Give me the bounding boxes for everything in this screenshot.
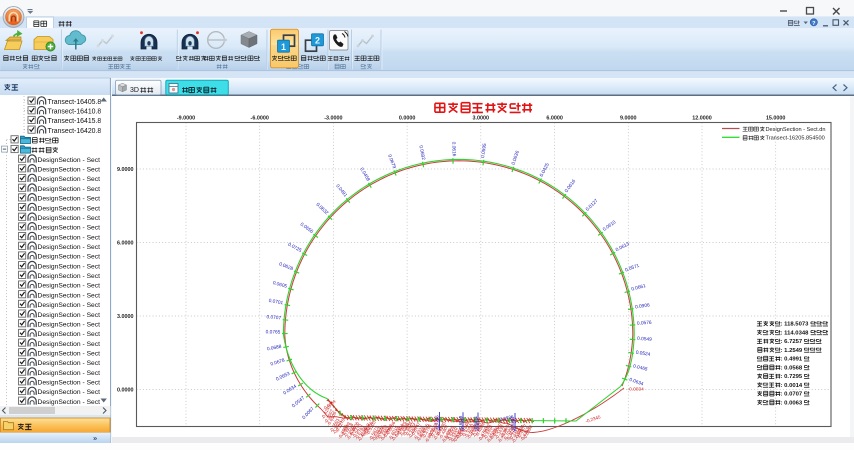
svg-text:: 6.7257: : 6.7257 [781, 339, 803, 345]
svg-text:9.0000: 9.0000 [620, 116, 637, 122]
svg-text:-0.7295: -0.7295 [434, 415, 439, 430]
svg-text:-9.0000: -9.0000 [177, 116, 195, 122]
svg-text:6.0000: 6.0000 [546, 116, 563, 122]
svg-text:DesignSection - Sect: DesignSection - Sect [38, 292, 101, 299]
svg-text:0.0000: 0.0000 [399, 116, 416, 122]
svg-text:DesignSection - Sect: DesignSection - Sect [38, 331, 101, 338]
svg-text:DesignSection - Sect: DesignSection - Sect [38, 341, 101, 348]
svg-text:0.0576: 0.0576 [637, 320, 652, 327]
svg-text:DesignSection - Sect: DesignSection - Sect [38, 186, 101, 193]
svg-text:2: 2 [315, 36, 320, 46]
svg-text:: 114.0348: : 114.0348 [781, 330, 810, 336]
svg-text:: 0.0568: : 0.0568 [781, 365, 803, 371]
svg-text:6.0000: 6.0000 [117, 241, 134, 247]
svg-text:Transect-16420.85: Transect-16420.85 [48, 128, 106, 135]
svg-text:: 0.0063: : 0.0063 [781, 400, 803, 406]
svg-text:DesignSection - Sect: DesignSection - Sect [38, 273, 101, 280]
svg-text:DesignSection - Sect: DesignSection - Sect [38, 234, 101, 241]
svg-text:DesignSection - Sect: DesignSection - Sect [38, 196, 101, 203]
svg-text:9.0000: 9.0000 [117, 167, 134, 173]
svg-text:15.0000: 15.0000 [766, 116, 786, 122]
svg-text:: 1.2549: : 1.2549 [781, 348, 803, 354]
svg-text:: 0.7295: : 0.7295 [781, 374, 803, 380]
svg-text:Transect-16415.85: Transect-16415.85 [48, 118, 106, 125]
svg-text:DesignSection - Sect: DesignSection - Sect [38, 321, 101, 328]
svg-text:12.0000: 12.0000 [692, 116, 712, 122]
svg-text:Transect-16410.85: Transect-16410.85 [48, 108, 106, 115]
svg-text:DesignSection - Sect: DesignSection - Sect [38, 167, 101, 174]
svg-text:DesignSection - Sect: DesignSection - Sect [38, 263, 101, 270]
svg-text:DesignSection - Sect: DesignSection - Sect [38, 350, 101, 357]
svg-text:0.0616: 0.0616 [450, 142, 457, 157]
svg-text:DesignSection - Sect: DesignSection - Sect [38, 225, 101, 232]
svg-text:»: » [93, 434, 97, 443]
svg-text:DesignSection - Sect: DesignSection - Sect [38, 215, 101, 222]
svg-text:0.0765: 0.0765 [266, 329, 281, 335]
svg-text:: 0.0707: : 0.0707 [781, 392, 803, 398]
svg-text:DesignSection - Sect: DesignSection - Sect [38, 157, 101, 164]
svg-text:DesignSection - Sect: DesignSection - Sect [38, 283, 101, 290]
svg-text:DesignSection - Sect: DesignSection - Sect [38, 399, 101, 406]
svg-text:DesignSection - Sect: DesignSection - Sect [38, 360, 101, 367]
svg-text:DesignSection - Sect: DesignSection - Sect [38, 370, 101, 377]
svg-text:Transect-16405.85: Transect-16405.85 [48, 99, 106, 106]
svg-text:: 0.4991: : 0.4991 [781, 357, 803, 363]
svg-text:DesignSection - Sect: DesignSection - Sect [38, 380, 101, 387]
svg-text:Transect-16205.854500: Transect-16205.854500 [766, 136, 825, 142]
svg-text:3D: 3D [130, 87, 139, 94]
svg-text:DesignSection - Sect: DesignSection - Sect [38, 254, 101, 261]
svg-text:DesignSection - Sect.dn: DesignSection - Sect.dn [766, 127, 826, 133]
svg-text:DesignSection - Sect: DesignSection - Sect [38, 389, 101, 396]
svg-text:: 0.0014: : 0.0014 [781, 383, 803, 389]
svg-text:-6.0000: -6.0000 [251, 116, 269, 122]
svg-text:-0.0034: -0.0034 [628, 387, 645, 393]
svg-text:-0.6518: -0.6518 [458, 415, 463, 430]
svg-text:DesignSection - Sect: DesignSection - Sect [38, 244, 101, 251]
svg-text:3.0000: 3.0000 [117, 314, 134, 320]
svg-text:DesignSection - Sect: DesignSection - Sect [38, 302, 101, 309]
svg-text:1: 1 [281, 42, 286, 52]
svg-text:: 118.5073: : 118.5073 [781, 322, 810, 328]
svg-text:DesignSection - Sect: DesignSection - Sect [38, 176, 101, 183]
svg-text:DesignSection - Sect: DesignSection - Sect [38, 312, 101, 319]
svg-text:3.0000: 3.0000 [473, 116, 490, 122]
svg-text:-3.0000: -3.0000 [324, 116, 342, 122]
svg-text:0.0549: 0.0549 [637, 336, 652, 343]
svg-text:DesignSection - Sect: DesignSection - Sect [38, 205, 101, 212]
svg-text:0.0000: 0.0000 [117, 388, 134, 394]
svg-text:-0.6921: -0.6921 [473, 415, 478, 430]
